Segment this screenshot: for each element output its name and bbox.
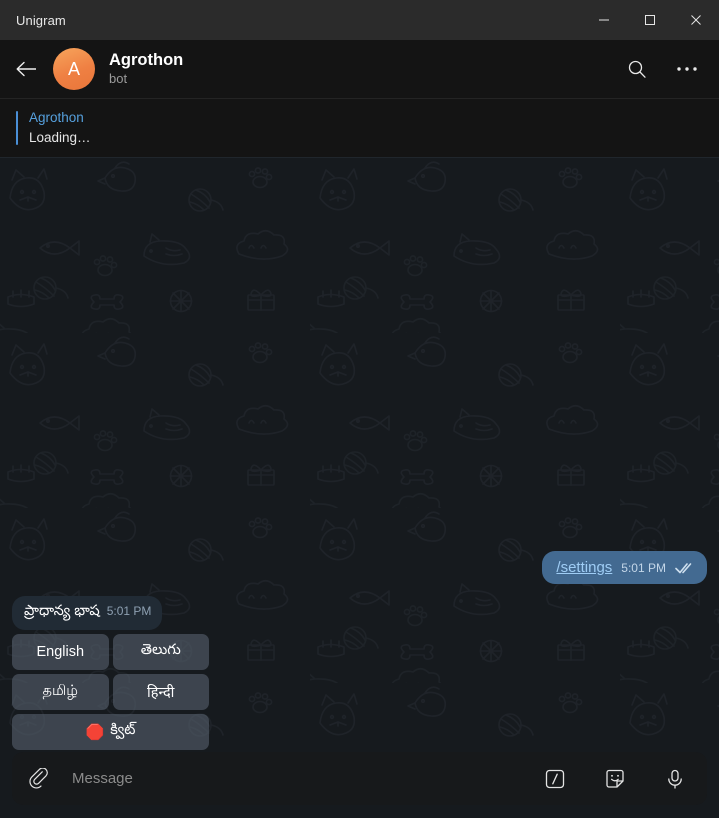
sticker-button[interactable] xyxy=(597,761,633,797)
message-composer xyxy=(12,752,707,805)
keyboard-row: தமிழ் हिन्दी xyxy=(12,674,209,710)
paperclip-icon xyxy=(29,767,48,788)
avatar[interactable]: A xyxy=(53,48,95,90)
more-options-icon xyxy=(677,67,697,71)
more-options-button[interactable] xyxy=(669,51,705,87)
close-button[interactable] xyxy=(673,0,719,40)
chat-header: A Agrothon bot xyxy=(0,40,719,99)
outgoing-message-time: 5:01 PM xyxy=(621,561,666,575)
voice-record-button[interactable] xyxy=(657,761,693,797)
attach-button[interactable] xyxy=(22,761,58,797)
keyboard-button-hindi[interactable]: हिन्दी xyxy=(112,674,209,710)
message-input[interactable] xyxy=(72,770,527,787)
incoming-message-bubble[interactable]: ప్రాధాన్య భాష 5:01 PM xyxy=(12,596,163,630)
keyboard-button-telugu[interactable]: తెలుగు xyxy=(112,634,209,670)
keyboard-button-tamil[interactable]: தமிழ் xyxy=(12,674,109,710)
pinned-message-bar[interactable]: Agrothon Loading… xyxy=(0,99,719,158)
back-arrow-icon xyxy=(16,61,36,77)
reply-keyboard-group: ప్రాధాన్య భాష 5:01 PM English తెలుగు தமி… xyxy=(12,596,209,750)
incoming-message-row: ప్రాధాన్య భాష 5:01 PM English తెలుగు தமி… xyxy=(12,596,707,750)
outgoing-message-bubble[interactable]: /settings 5:01 PM xyxy=(542,551,707,584)
composer-area xyxy=(0,752,719,818)
back-button[interactable] xyxy=(10,52,44,86)
chat-subtitle: bot xyxy=(109,71,128,87)
window-controls xyxy=(581,0,719,40)
minimize-icon xyxy=(599,19,609,21)
pinned-accent-bar xyxy=(16,111,18,145)
search-button[interactable] xyxy=(619,51,655,87)
window-title-bar: Unigram xyxy=(0,0,719,40)
incoming-message-text: ప్రాధాన్య భాష xyxy=(24,603,100,619)
search-icon xyxy=(628,60,646,78)
header-actions xyxy=(619,51,705,87)
incoming-message-time: 5:01 PM xyxy=(106,604,152,618)
outgoing-message-row: /settings 5:01 PM xyxy=(12,551,707,584)
keyboard-row: English తెలుగు xyxy=(12,634,209,670)
keyboard-button-label: தமிழ் xyxy=(42,683,78,699)
minimize-button[interactable] xyxy=(581,0,627,40)
app-title: Unigram xyxy=(16,12,66,28)
chat-message-area: /settings 5:01 PM ప్రాధాన్య భాష 5:01 PM xyxy=(0,158,719,758)
pinned-message-author: Agrothon xyxy=(29,110,84,126)
composer-actions xyxy=(537,761,693,797)
chat-title-block[interactable]: Agrothon bot xyxy=(109,50,183,89)
sticker-icon xyxy=(606,769,624,788)
keyboard-button-english[interactable]: English xyxy=(12,634,109,670)
pinned-message-text: Loading… xyxy=(29,130,91,145)
keyboard-button-label: క్విట్ xyxy=(110,722,136,738)
double-check-icon xyxy=(675,562,695,574)
keyboard-row: 🛑 క్విట్ xyxy=(12,714,209,750)
keyboard-button-label: हिन्दी xyxy=(147,685,175,701)
slash-commands-icon xyxy=(545,769,565,788)
command-link[interactable]: /settings xyxy=(556,559,612,576)
page-title: Agrothon xyxy=(109,50,184,69)
microphone-icon xyxy=(668,769,682,789)
maximize-icon xyxy=(645,15,655,25)
stop-sign-icon: 🛑 xyxy=(85,724,105,741)
maximize-button[interactable] xyxy=(627,0,673,40)
message-list: /settings 5:01 PM ప్రాధాన్య భాష 5:01 PM xyxy=(0,551,719,758)
keyboard-button-quit[interactable]: 🛑 క్విట్ xyxy=(12,714,209,750)
pinned-message-body: Agrothon Loading… xyxy=(29,108,91,147)
close-icon xyxy=(691,15,701,25)
commands-button[interactable] xyxy=(537,761,573,797)
keyboard-button-label: English xyxy=(36,644,85,660)
keyboard-button-label: తెలుగు xyxy=(140,642,181,658)
